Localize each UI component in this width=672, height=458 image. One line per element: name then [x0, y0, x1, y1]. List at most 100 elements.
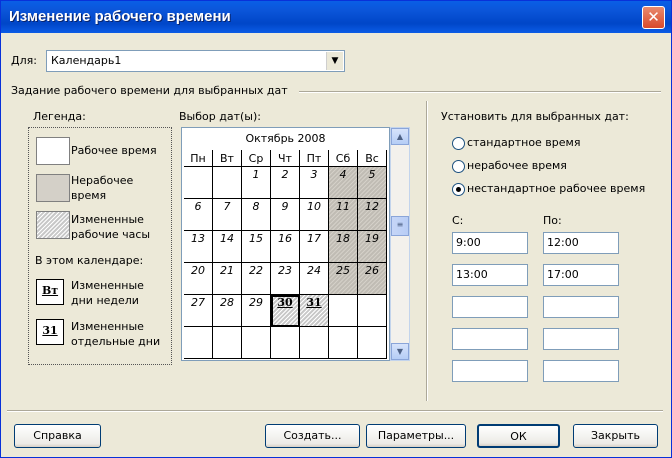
- from-field-4[interactable]: [452, 328, 528, 350]
- help-button[interactable]: Справка: [14, 424, 101, 448]
- legend-title: Легенда:: [33, 110, 86, 123]
- calendar-grid: Октябрь 2008 Пн Вт Ср Чт Пт Сб Вс 1 2 3 4 5 6 7 8 9 10 11…: [181, 127, 390, 361]
- title-bar[interactable]: Изменение рабочего времени ✕: [1, 1, 671, 33]
- to-field-3[interactable]: [543, 296, 619, 318]
- to-field-2[interactable]: 17:00: [543, 264, 619, 286]
- scroll-thumb[interactable]: ≡: [391, 216, 409, 236]
- to-field-4[interactable]: [543, 328, 619, 350]
- calendar-day[interactable]: 14: [213, 231, 242, 263]
- calendar-day[interactable]: 11: [329, 199, 358, 231]
- calendar-day[interactable]: 25: [329, 263, 358, 295]
- date-picker-title: Выбор дат(ы):: [179, 110, 261, 123]
- calendar-day[interactable]: 13: [184, 231, 213, 263]
- scroll-down-icon[interactable]: ▼: [391, 343, 409, 360]
- calendar-day[interactable]: 21: [213, 263, 242, 295]
- calendar-dropdown[interactable]: Календарь1 ▼: [46, 50, 345, 72]
- calendar-value: Календарь1: [51, 54, 122, 67]
- calendar-day[interactable]: 24: [300, 263, 329, 295]
- ok-button[interactable]: ОК: [477, 424, 560, 448]
- weekday-header[interactable]: Пт: [300, 150, 329, 167]
- vertical-divider: [426, 101, 428, 401]
- calendar-label: Для:: [11, 54, 37, 67]
- calendar-empty-cell: [329, 295, 358, 327]
- to-value-2: 17:00: [547, 268, 579, 281]
- calendar-day[interactable]: 4: [329, 167, 358, 199]
- weekday-header[interactable]: Сб: [329, 150, 358, 167]
- radio-custom-label[interactable]: нестандартное рабочее время: [467, 182, 645, 195]
- from-field-5[interactable]: [452, 360, 528, 382]
- radio-standard-label[interactable]: стандартное время: [467, 136, 580, 149]
- calendar-empty-cell: [300, 327, 329, 359]
- calendar-day[interactable]: 20: [184, 263, 213, 295]
- calendar-day[interactable]: 26: [358, 263, 387, 295]
- weekday-header[interactable]: Чт: [271, 150, 300, 167]
- window-title: Изменение рабочего времени: [9, 8, 231, 25]
- to-field-5[interactable]: [543, 360, 619, 382]
- calendar-day[interactable]: 2: [271, 167, 300, 199]
- calendar-day[interactable]: 30: [271, 295, 300, 327]
- calendar-empty-cell: [213, 327, 242, 359]
- calendar-day[interactable]: 16: [271, 231, 300, 263]
- chevron-down-icon[interactable]: ▼: [326, 52, 343, 70]
- calendar-day[interactable]: 28: [213, 295, 242, 327]
- radio-nonworking-label[interactable]: нерабочее время: [467, 159, 567, 172]
- legend-changed-hours-swatch: [36, 211, 70, 239]
- calendar-day[interactable]: 31: [300, 295, 329, 327]
- calendar-empty-cell: [184, 327, 213, 359]
- legend-working-swatch: [36, 137, 70, 165]
- to-label: По:: [543, 214, 562, 227]
- calendar-day[interactable]: 18: [329, 231, 358, 263]
- legend-changed-hours-label: Измененные рабочие часы: [71, 213, 151, 241]
- weekday-header[interactable]: Вс: [358, 150, 387, 167]
- radio-custom[interactable]: [452, 183, 465, 196]
- weekday-header[interactable]: Пн: [184, 150, 213, 167]
- calendar-day[interactable]: 19: [358, 231, 387, 263]
- calendar-day[interactable]: 7: [213, 199, 242, 231]
- calendar-empty-cell: [358, 295, 387, 327]
- scroll-up-icon[interactable]: ▲: [391, 128, 409, 145]
- calendar-empty-cell: [184, 167, 213, 199]
- close-icon[interactable]: ✕: [642, 6, 665, 29]
- to-value-1: 12:00: [547, 236, 579, 249]
- divider: [299, 91, 661, 93]
- set-options-title: Установить для выбранных дат:: [441, 110, 629, 123]
- legend-changed-weekdays-label: Измененные дни недели: [71, 279, 144, 307]
- calendar-day[interactable]: 6: [184, 199, 213, 231]
- calendar-scrollbar[interactable]: ▲ ≡ ▼: [390, 127, 410, 361]
- calendar-day[interactable]: 22: [242, 263, 271, 295]
- legend-working-label: Рабочее время: [71, 144, 157, 157]
- calendar-day[interactable]: 27: [184, 295, 213, 327]
- month-title: Октябрь 2008: [245, 132, 326, 145]
- dialog-window: Изменение рабочего времени ✕ Для: Календ…: [0, 0, 672, 458]
- radio-nonworking[interactable]: [452, 160, 465, 173]
- close-button[interactable]: Закрыть: [573, 424, 658, 448]
- from-field-1[interactable]: 9:00: [452, 232, 528, 254]
- weekday-header[interactable]: Вт: [213, 150, 242, 167]
- bottom-divider: [7, 410, 663, 412]
- section-title: Задание рабочего времени для выбранных д…: [11, 84, 288, 97]
- calendar-day[interactable]: 17: [300, 231, 329, 263]
- calendar-day[interactable]: 12: [358, 199, 387, 231]
- calendar-day[interactable]: 8: [242, 199, 271, 231]
- calendar-day[interactable]: 1: [242, 167, 271, 199]
- from-field-3[interactable]: [452, 296, 528, 318]
- from-label: С:: [452, 214, 464, 227]
- from-field-2[interactable]: 13:00: [452, 264, 528, 286]
- calendar-day[interactable]: 5: [358, 167, 387, 199]
- radio-standard[interactable]: [452, 137, 465, 150]
- from-value-2: 13:00: [456, 268, 488, 281]
- calendar-day[interactable]: 3: [300, 167, 329, 199]
- calendar-day[interactable]: 10: [300, 199, 329, 231]
- calendar-day[interactable]: 23: [271, 263, 300, 295]
- legend-nonworking-label: Нерабочее время: [71, 174, 134, 202]
- create-button[interactable]: Создать...: [265, 424, 360, 448]
- parameters-button[interactable]: Параметры...: [366, 424, 466, 448]
- calendar-empty-cell: [242, 327, 271, 359]
- calendar-empty-cell: [329, 327, 358, 359]
- to-field-1[interactable]: 12:00: [543, 232, 619, 254]
- weekday-header[interactable]: Ср: [242, 150, 271, 167]
- calendar-day[interactable]: 29: [242, 295, 271, 327]
- calendar-day[interactable]: 15: [242, 231, 271, 263]
- legend-nonworking-swatch: [36, 174, 70, 202]
- calendar-day[interactable]: 9: [271, 199, 300, 231]
